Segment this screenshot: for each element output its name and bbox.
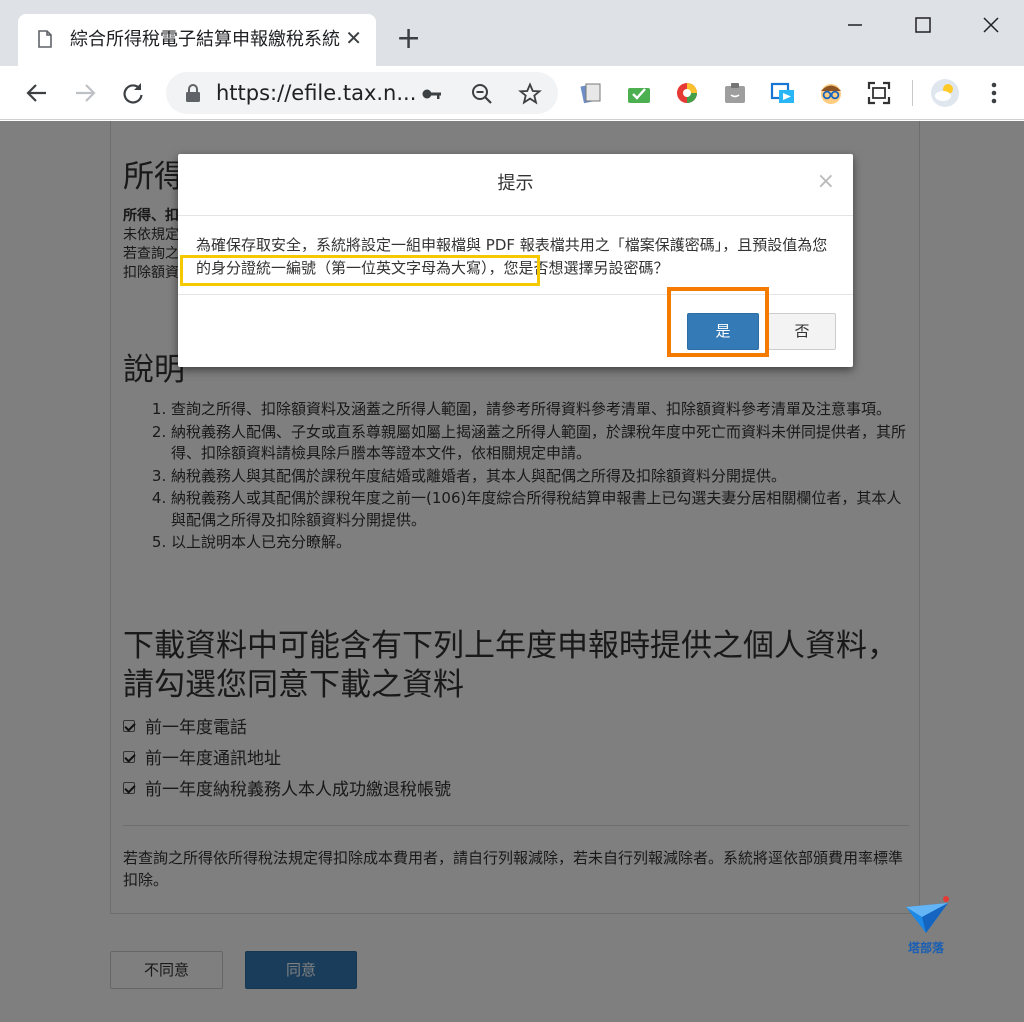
paper-plane-icon [906, 896, 949, 933]
modal-title: 提示 [497, 173, 534, 194]
forward-arrow-icon[interactable] [70, 78, 100, 108]
extension-colorful-icon[interactable] [674, 80, 700, 106]
bookmark-star-icon[interactable] [518, 82, 542, 106]
browser-toolbar: https://efile.tax.n... [0, 66, 1024, 120]
toolbar-separator [912, 80, 913, 106]
password-prompt-dialog: 提示 × 為確保存取安全，系統將設定一組申報檔與 PDF 報表檔共用之「檔案保護… [178, 154, 853, 367]
active-tab[interactable]: 綜合所得稅電子結算申報繳稅系統 ✕ [18, 14, 376, 66]
extension-avatar-glasses-icon[interactable] [818, 80, 844, 106]
extension-clipboard-icon[interactable] [722, 80, 748, 106]
tab-title: 綜合所得稅電子結算申報繳稅系統 [70, 29, 340, 50]
new-tab-button[interactable]: + [396, 22, 421, 56]
extension-mail-check-icon[interactable] [626, 80, 652, 106]
profile-avatar-icon[interactable] [930, 78, 960, 108]
address-bar[interactable]: https://efile.tax.n... [166, 72, 558, 114]
window-close-icon[interactable] [976, 10, 1006, 40]
watermark-logo: 塔部落 [896, 895, 956, 959]
tab-strip: 綜合所得稅電子結算申報繳稅系統 ✕ + [0, 0, 1024, 66]
no-button[interactable]: 否 [768, 313, 836, 350]
maximize-icon[interactable] [908, 10, 938, 40]
yellow-highlight-annotation [180, 255, 540, 286]
extension-screen-share-icon[interactable] [770, 80, 796, 106]
page-viewport: 所得、扣除額資料查詢 所得、扣 未依規定 若查詢之 扣除額資 說明 查詢之所得、… [0, 121, 1024, 1022]
lock-icon[interactable] [184, 83, 202, 103]
tab-close-icon[interactable]: ✕ [345, 26, 362, 50]
url-text[interactable]: https://efile.tax.n... [216, 81, 416, 105]
zoom-out-icon[interactable] [470, 82, 494, 106]
modal-footer: 是 否 [178, 287, 853, 367]
modal-header: 提示 × [178, 154, 853, 216]
back-arrow-icon[interactable] [22, 78, 52, 108]
orange-highlight-annotation [667, 287, 769, 357]
document-icon [38, 30, 52, 48]
modal-close-icon[interactable]: × [817, 170, 835, 194]
key-icon[interactable] [420, 82, 444, 106]
minimize-icon[interactable] [840, 10, 870, 40]
kebab-menu-icon[interactable] [984, 80, 1004, 106]
extension-screenshot-icon[interactable] [866, 80, 892, 106]
watermark-text: 塔部落 [907, 941, 944, 955]
reload-icon[interactable] [118, 78, 148, 108]
extension-notes-icon[interactable] [578, 80, 604, 106]
